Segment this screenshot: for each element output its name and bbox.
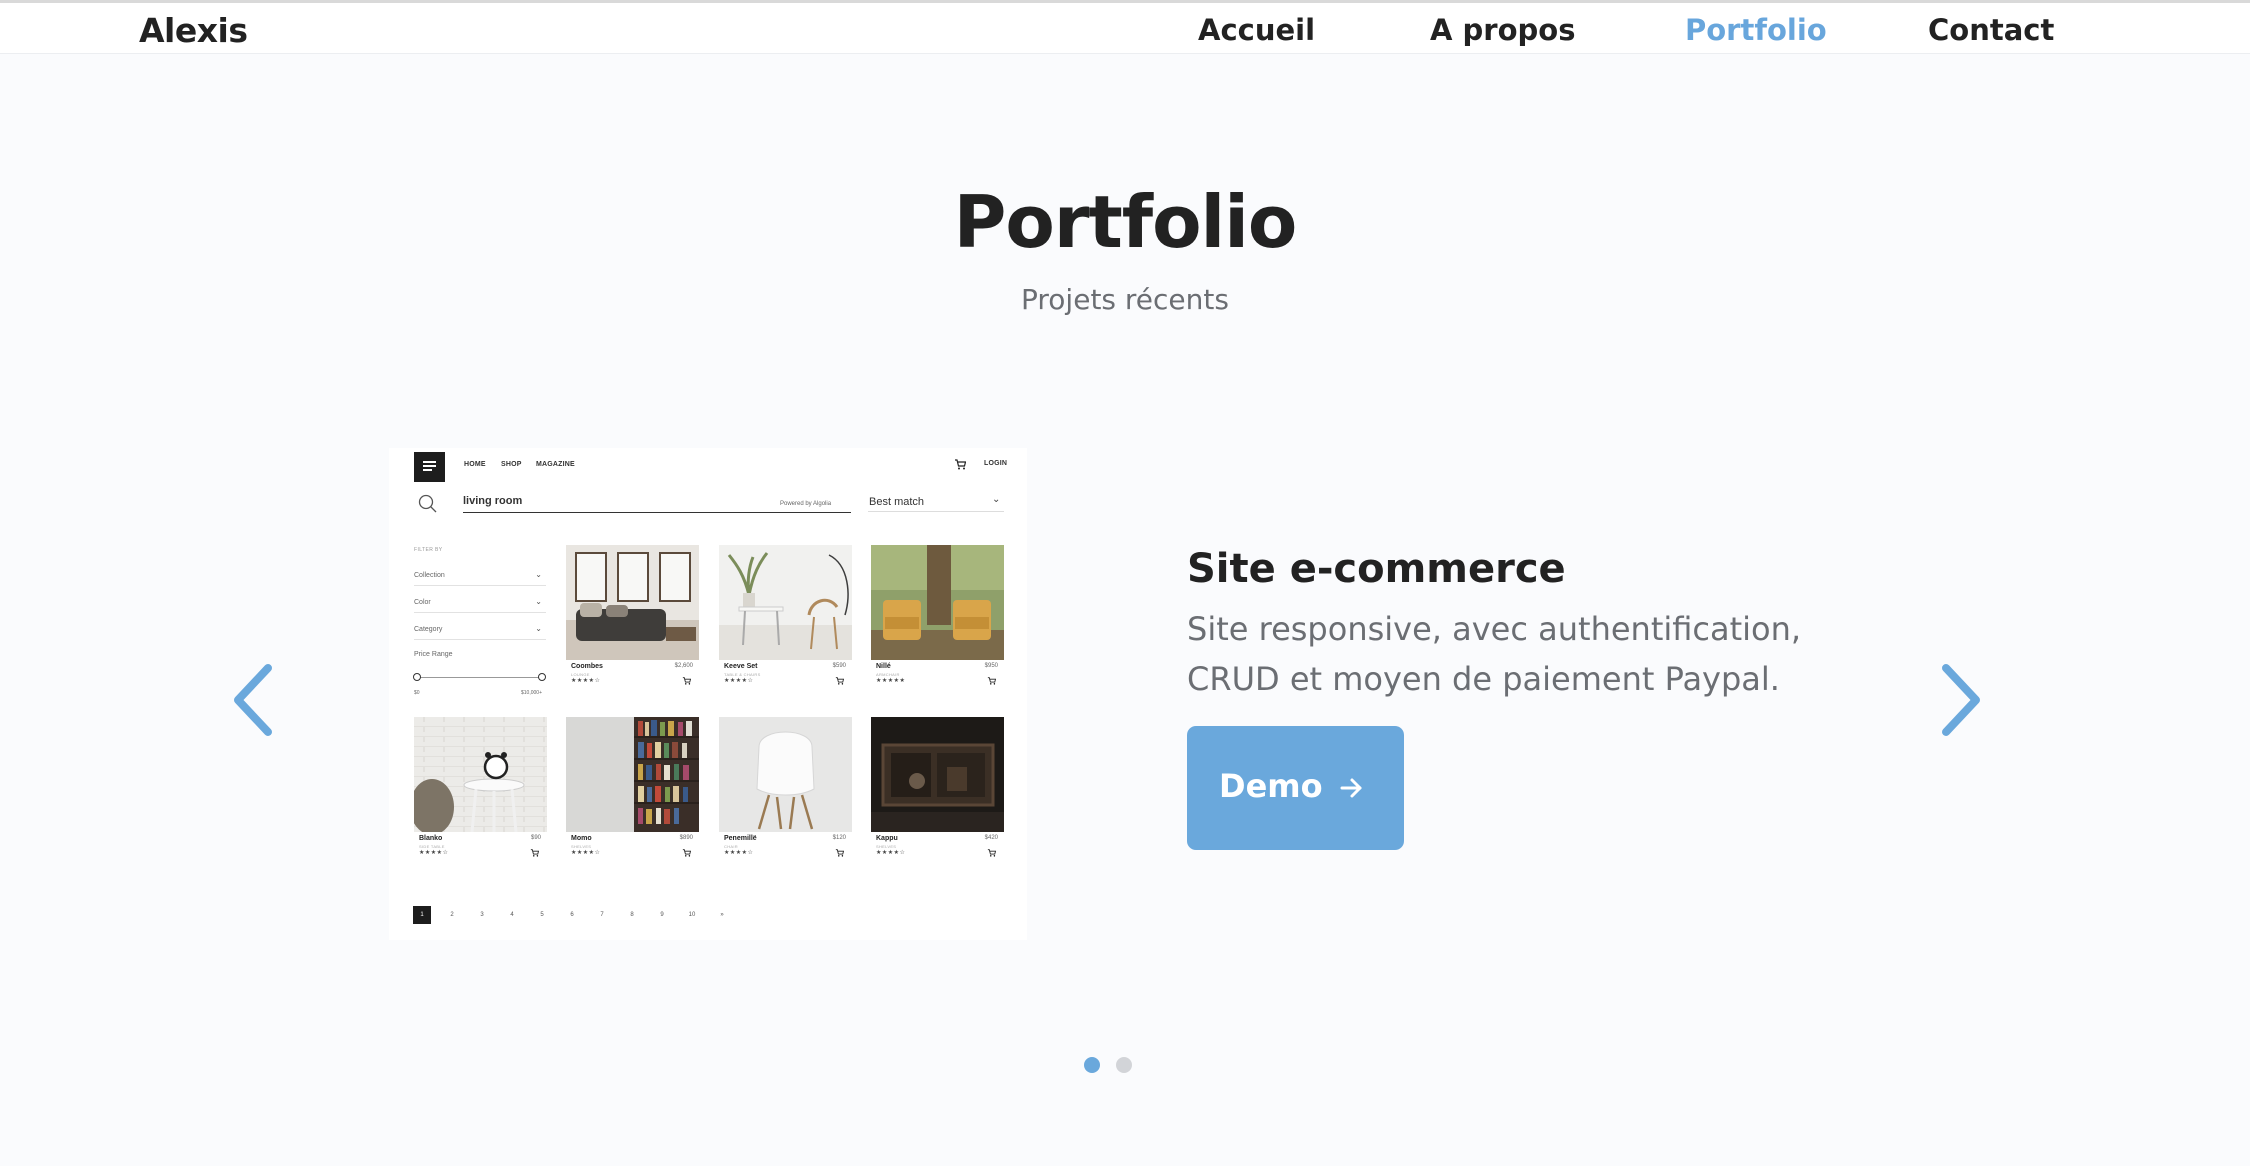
mock-page-8: 8 [630,912,634,918]
mock-page-6: 6 [570,912,574,918]
mock-slider-knob-max [538,673,546,681]
white-chair-photo [719,717,852,832]
mock-page-next: » [720,912,724,918]
mock-page-4: 4 [510,912,514,918]
mock-sort-select: Best match [869,496,925,508]
chevron-down-icon: ⌄ [535,570,542,579]
mock-nav-shop: SHOP [501,461,522,468]
mock-product-card: Coombes $2,600 LOUNGE ★★★★☆ [566,545,699,685]
chevron-down-icon: ⌄ [992,494,1001,505]
mock-search-underline [463,512,851,513]
site-logo[interactable]: Alexis [139,11,248,50]
navbar: Alexis Accueil A propos Portfolio Contac… [0,3,2250,54]
mock-page-10: 10 [688,912,696,918]
nav-item-a-propos[interactable]: A propos [1430,13,1575,47]
chevron-down-icon: ⌄ [535,597,542,606]
dining-set-photo [719,545,852,660]
mock-price-max: $10,000+ [521,690,542,696]
mock-login: LOGIN [984,460,1008,467]
cart-icon [987,849,996,857]
mock-product-card: Momo $890 SHELVES ★★★★☆ [566,717,699,857]
demo-button-label: Demo [1219,767,1323,805]
cart-icon [987,677,996,685]
cart-icon [835,849,844,857]
dark-shelf-photo [871,717,1004,832]
demo-button[interactable]: Demo [1187,726,1404,850]
side-table-photo [414,717,547,832]
mock-page-1: 1 [413,906,431,924]
arrow-right-icon [1340,778,1362,798]
mock-nav-home: HOME [464,461,486,468]
mock-powered-by: Powered by Algolia [780,501,832,507]
mock-product-card: Nillé $950 ARMCHAIR ★★★★★ [871,545,1004,685]
mock-filter-by: FILTER BY [414,547,443,553]
bookshelf-photo [566,717,699,832]
mock-sort-underline [868,511,1004,512]
nav-item-accueil[interactable]: Accueil [1198,13,1315,47]
mock-product-card: Keeve Set $590 TABLE & CHAIRS ★★★★☆ [719,545,852,685]
cart-icon [955,459,966,470]
mock-page-9: 9 [660,912,664,918]
mock-price-slider [417,677,542,678]
chevron-down-icon: ⌄ [535,624,542,633]
slider-prev-button[interactable] [224,660,284,740]
armchairs-photo [871,545,1004,660]
mock-price-range-label: Price Range [414,651,453,658]
mock-page-2: 2 [450,912,454,918]
mock-filter-color: Color ⌄ [414,593,546,613]
cart-icon [530,849,539,857]
slider-next-button[interactable] [1930,660,1990,740]
chevron-left-icon [234,664,272,736]
project-title: Site e-commerce [1187,546,1566,592]
mock-product-card: Kappu $420 SHELVES ★★★★☆ [871,717,1004,857]
chevron-right-icon [1942,664,1980,736]
mock-page-7: 7 [600,912,604,918]
mock-page-5: 5 [540,912,544,918]
mock-product-card: Blanko $90 SIDE TABLE ★★★★☆ [414,717,547,857]
project-description: Site responsive, avec authentification, … [1187,610,1802,698]
mock-filter-collection: Collection ⌄ [414,566,546,586]
mock-price-min: $0 [414,690,420,696]
carousel-dot-2[interactable] [1116,1057,1132,1073]
hamburger-menu-icon [414,452,445,482]
mock-nav-magazine: MAGAZINE [536,461,575,468]
cart-icon [835,677,844,685]
mock-product-card: Penemillë $120 CHAIR ★★★★☆ [719,717,852,857]
mock-page-3: 3 [480,912,484,918]
project-screenshot[interactable]: HOME SHOP MAGAZINE LOGIN living room Pow… [389,448,1027,940]
search-icon [418,494,437,513]
page-title: Portfolio [953,180,1298,264]
mock-slider-knob-min [413,673,421,681]
nav-item-contact[interactable]: Contact [1928,13,2054,47]
sofa-photo [566,545,699,660]
mock-search-query: living room [463,495,523,507]
cart-icon [682,677,691,685]
carousel-dot-1[interactable] [1084,1057,1100,1073]
nav-item-portfolio[interactable]: Portfolio [1685,13,1827,47]
cart-icon [682,849,691,857]
page-subtitle: Projets récents [1021,283,1229,316]
mock-filter-category: Category ⌄ [414,620,546,640]
